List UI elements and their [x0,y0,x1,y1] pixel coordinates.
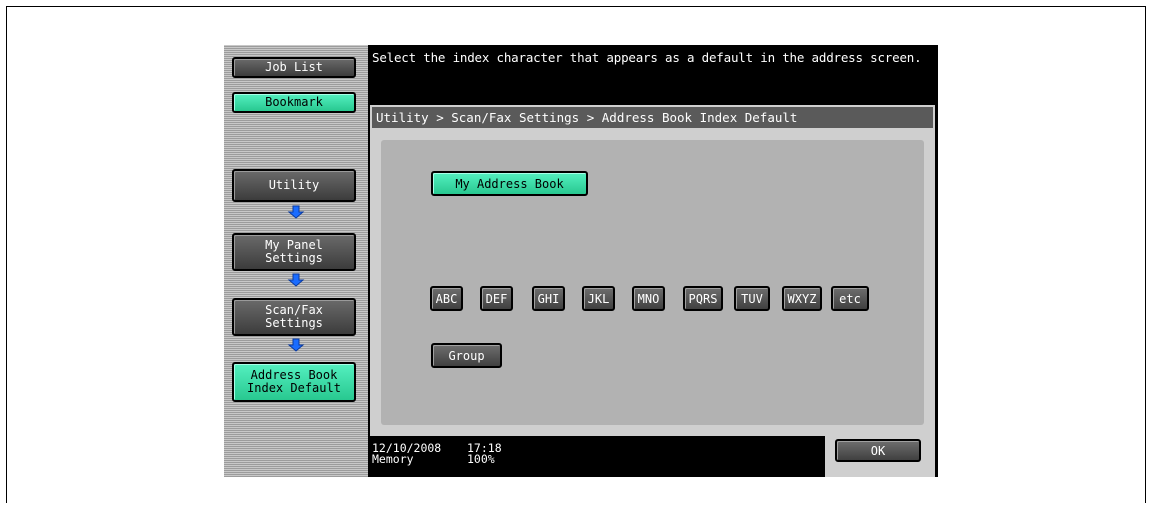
left-panel: Job List Bookmark Utility My Panel Setti… [224,45,368,477]
index-key-tuv[interactable]: TUV [734,286,770,311]
group-button[interactable]: Group [431,343,502,368]
step-scan-fax-settings-button[interactable]: Scan/Fax Settings [232,298,356,336]
down-arrow-icon [287,205,305,219]
my-address-book-button[interactable]: My Address Book [431,171,588,196]
down-arrow-icon [287,338,305,352]
ok-bar: OK [825,436,935,477]
job-list-button[interactable]: Job List [232,57,356,78]
breadcrumb: Utility > Scan/Fax Settings > Address Bo… [370,105,935,130]
index-key-etc[interactable]: etc [831,286,869,311]
index-key-def[interactable]: DEF [480,286,513,311]
instruction-message: Select the index character that appears … [372,50,922,65]
index-key-wxyz[interactable]: WXYZ [782,286,822,311]
status-bar: 12/10/2008 17:18 Memory 100% [372,442,502,466]
device-screen: Job List Bookmark Utility My Panel Setti… [224,45,938,477]
status-memory-label: Memory [372,452,414,466]
content-inner-area: My Address Book ABC DEF GHI JKL MNO PQRS… [381,140,924,425]
index-key-pqrs[interactable]: PQRS [683,286,723,311]
index-key-abc[interactable]: ABC [430,286,463,311]
index-key-mno[interactable]: MNO [632,286,665,311]
step-my-panel-settings-button[interactable]: My Panel Settings [232,233,356,271]
content-panel: My Address Book ABC DEF GHI JKL MNO PQRS… [370,130,935,436]
index-key-ghi[interactable]: GHI [532,286,565,311]
down-arrow-icon [287,273,305,287]
ok-button[interactable]: OK [835,439,921,462]
status-memory-value: 100% [467,452,495,466]
step-utility-button[interactable]: Utility [232,169,356,202]
index-key-jkl[interactable]: JKL [582,286,615,311]
step-address-book-index-default-button[interactable]: Address Book Index Default [232,362,356,402]
bookmark-button[interactable]: Bookmark [232,92,356,113]
